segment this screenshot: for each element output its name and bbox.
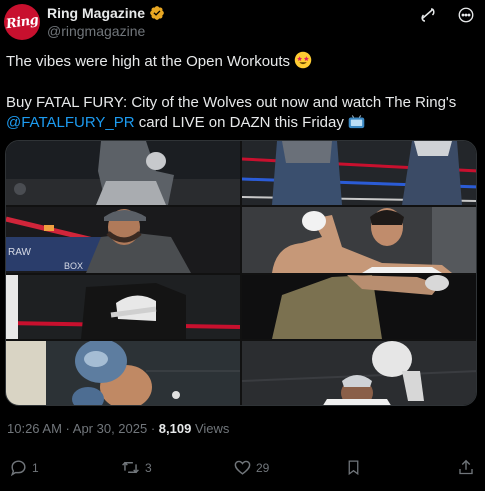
photo-boxer-in-jacket[interactable] [6,275,240,339]
tv-emoji-icon [348,115,365,136]
like-button[interactable]: 29 [233,458,269,477]
reply-count: 1 [32,460,39,475]
verified-badge-icon[interactable] [149,5,165,21]
post-time[interactable]: 10:26 AM [7,421,62,436]
photo-boxers-in-ring[interactable] [242,141,476,205]
post-text-line-2: Buy FATAL FURY: City of the Wolves out n… [6,94,457,111]
photo-boxer-blue-gloves[interactable] [6,341,240,405]
photo-tattooed-boxer[interactable]: RAW BOX [6,207,240,273]
post-header: Ring Ring Magazine @ringmagazine [0,0,485,40]
star-struck-emoji-icon [294,51,312,75]
user-handle[interactable]: @ringmagazine [47,23,145,39]
bookmark-button[interactable] [345,458,362,477]
avatar[interactable]: Ring [4,4,40,40]
svg-text:RAW: RAW [8,247,32,258]
photo-boxer-punch[interactable] [242,275,476,339]
meta-separator-2: · [147,421,159,436]
repost-icon [120,458,141,477]
like-count: 29 [256,460,270,475]
post-text-card-live: card LIVE on DAZN this Friday [134,114,344,131]
avatar-logo-text: Ring [4,12,40,32]
views-count: 8,109 [158,421,192,436]
mention-link[interactable]: @FATALFURY_PR [6,114,135,131]
name-row: Ring Magazine [47,5,165,21]
svg-text:BOX: BOX [64,261,83,271]
post-text-line-1: The vibes were high at the Open Workouts [6,51,312,75]
repost-count: 3 [145,460,152,475]
more-icon[interactable] [457,6,475,24]
meta-separator: · [61,421,73,436]
grok-icon[interactable] [419,6,437,24]
post-text-vibes: The vibes were high at the Open Workouts [6,53,291,70]
share-icon [457,458,475,477]
photo-boxer-shadowboxing[interactable] [6,141,240,205]
bookmark-icon [345,458,362,477]
repost-button[interactable]: 3 [120,458,152,477]
display-name[interactable]: Ring Magazine [47,5,145,21]
post-date[interactable]: Apr 30, 2025 [73,421,147,436]
photo-boxer-flexing[interactable] [242,207,476,273]
action-bar: 1 3 29 [0,458,485,484]
reply-button[interactable]: 1 [9,458,39,477]
views-label: Views [191,421,230,436]
media-grid[interactable]: RAW BOX [5,140,477,406]
header-actions [419,6,475,24]
post-meta: 10:26 AM · Apr 30, 2025 · 8,109 Views [7,421,229,436]
reply-icon [9,458,28,477]
photo-boxer-white-gloves[interactable] [242,341,476,405]
post-text-line-3: @FATALFURY_PR card LIVE on DAZN this Fri… [6,113,365,136]
heart-icon [233,458,252,477]
share-button[interactable] [457,458,475,477]
